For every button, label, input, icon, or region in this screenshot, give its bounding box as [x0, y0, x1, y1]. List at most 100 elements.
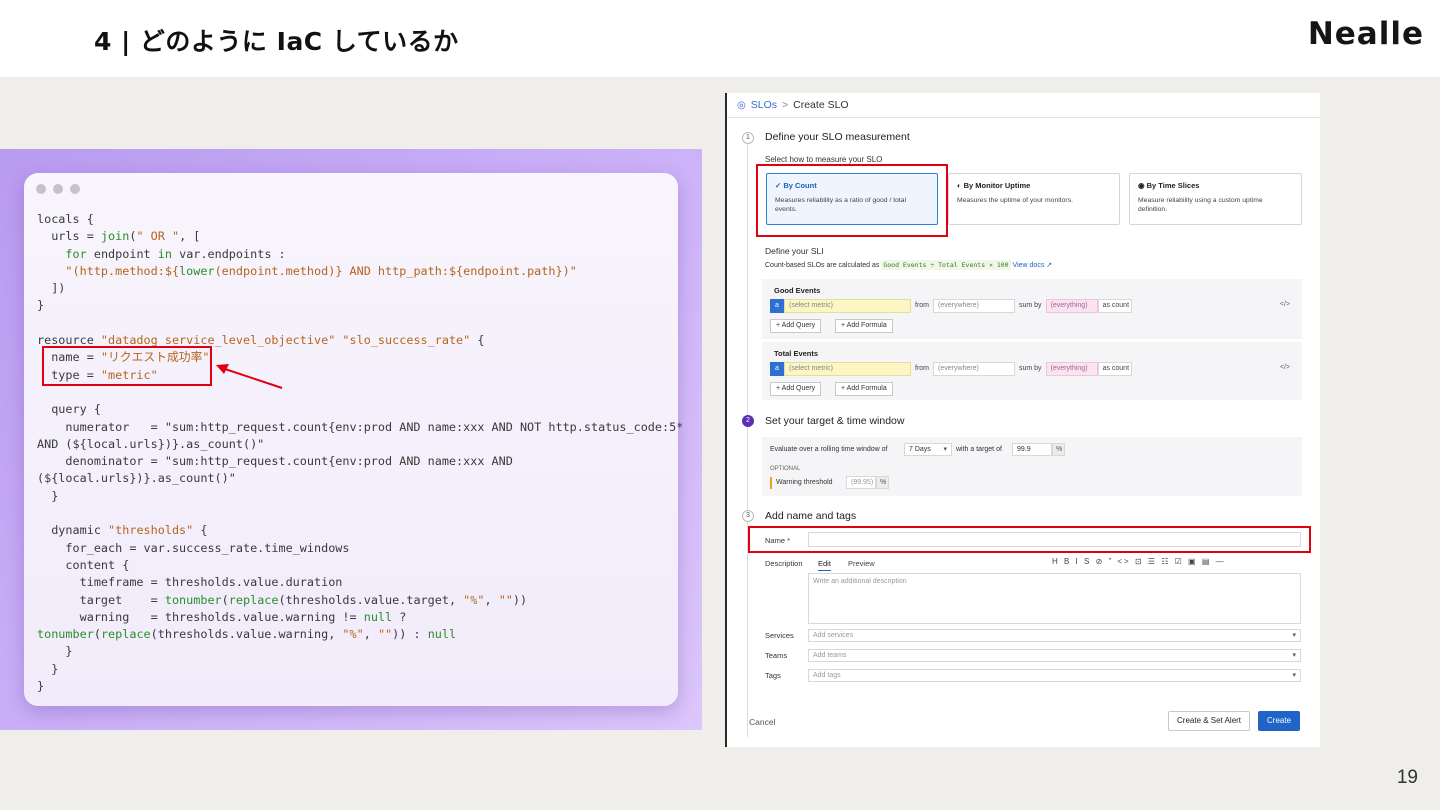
metric-select[interactable]: (select metric) [784, 362, 911, 376]
code-toggle-icon[interactable]: </> [1280, 301, 1290, 308]
step-1-indicator: 1 [742, 132, 754, 144]
sum-by-label: sum by [1019, 302, 1042, 309]
tags-placeholder: Add tags [813, 672, 841, 679]
measure-subtitle: Select how to measure your SLO [765, 155, 883, 164]
services-placeholder: Add services [813, 632, 854, 639]
cancel-button[interactable]: Cancel [749, 717, 775, 727]
tags-label: Tags [765, 671, 781, 680]
query-letter: a [770, 299, 784, 313]
monitor-icon: ◐ [957, 181, 964, 190]
divider [727, 117, 1320, 118]
sli-formula: Good Events ÷ Total Events × 100 [881, 260, 1011, 270]
code-line: ]) [37, 281, 66, 296]
code-line: urls = join(" OR ", [ [37, 229, 201, 244]
group-by-select[interactable]: (everything) [1045, 299, 1098, 313]
page-number: 19 [1396, 767, 1418, 788]
warning-threshold-label: Warning threshold [776, 479, 833, 486]
create-set-alert-button[interactable]: Create & Set Alert [1168, 711, 1251, 731]
total-query-row: a (select metric) from (everywhere) sum … [770, 362, 1132, 376]
code-line: } [37, 298, 45, 313]
tab-edit[interactable]: Edit [818, 559, 831, 571]
code-line: query { [37, 402, 101, 417]
sli-title: Define your SLI [765, 246, 824, 256]
services-label: Services [765, 631, 794, 640]
dot-icon [36, 184, 46, 194]
code-line: } [37, 679, 45, 694]
time-window-select[interactable]: 7 Days ▾ [904, 443, 952, 456]
add-formula-button[interactable]: + Add Formula [835, 319, 893, 333]
external-link-icon: ↗ [1046, 262, 1053, 269]
description-placeholder: Write an additional description [813, 578, 907, 585]
view-docs-link[interactable]: View docs [1013, 262, 1045, 269]
target-pct-label: % [1052, 443, 1065, 456]
as-count-select[interactable]: as count [1097, 299, 1132, 313]
teams-placeholder: Add teams [813, 652, 847, 659]
target-input[interactable]: 99.9 [1012, 443, 1052, 456]
warning-threshold-input[interactable]: (99.95) [846, 476, 876, 489]
chevron-down-icon: ▾ [1292, 672, 1296, 679]
code-line: "(http.method:${lower(endpoint.method)} … [65, 263, 577, 278]
code-line: dynamic "thresholds" { [37, 523, 208, 538]
evaluate-label: Evaluate over a rolling time window of [770, 446, 888, 453]
add-query-button[interactable]: + Add Query [770, 382, 822, 396]
teams-select[interactable]: Add teams ▾ [808, 649, 1301, 662]
warning-pct-label: % [876, 476, 889, 489]
tab-preview[interactable]: Preview [848, 559, 875, 568]
card-by-time-slices[interactable]: ◉ By Time Slices Measure reliability usi… [1129, 173, 1302, 225]
slo-create-screen: ◎ SLOs > Create SLO 1 Define your SLO me… [725, 93, 1320, 747]
add-formula-button[interactable]: + Add Formula [835, 382, 893, 396]
code-line: for_each = var.success_rate.time_windows [37, 540, 350, 555]
good-events-panel: Good Events a (select metric) from (ever… [762, 279, 1302, 339]
teams-label: Teams [765, 651, 788, 660]
add-query-button[interactable]: + Add Query [770, 319, 822, 333]
step-3-indicator: 3 [742, 510, 754, 522]
from-label: from [915, 365, 929, 372]
code-line: numerator = "sum:http_request.count{env:… [37, 419, 684, 434]
card-title: By Time Slices [1146, 181, 1200, 190]
code-line: target = tonumber(replace(thresholds.val… [37, 592, 528, 607]
code-line: (${local.urls})}.as_count()" [37, 471, 236, 486]
good-events-title: Good Events [774, 286, 821, 295]
chevron-down-icon: ▾ [1292, 632, 1296, 639]
code-line: tonumber(replace(thresholds.value.warnin… [37, 627, 457, 642]
total-events-title: Total Events [774, 349, 819, 358]
target-panel: Evaluate over a rolling time window of 7… [762, 437, 1302, 496]
time-slices-icon: ◉ [1138, 181, 1147, 190]
card-by-monitor-uptime[interactable]: ◐ By Monitor Uptime Measures the uptime … [948, 173, 1120, 225]
code-line: content { [37, 557, 130, 572]
markdown-toolbar[interactable]: H B I S ⊘ ” <> ⊡ ☰ ☷ ☑ ▣ ▤ — [1052, 557, 1226, 566]
card-title: By Monitor Uptime [963, 181, 1031, 190]
group-by-select[interactable]: (everything) [1045, 362, 1098, 376]
services-select[interactable]: Add services ▾ [808, 629, 1301, 642]
with-target-label: with a target of [956, 446, 1002, 453]
code-line: timeframe = thresholds.value.duration [37, 575, 343, 590]
tags-select[interactable]: Add tags ▾ [808, 669, 1301, 682]
dot-icon [53, 184, 63, 194]
scope-select[interactable]: (everywhere) [933, 299, 1015, 313]
step-2-indicator: 2 [742, 415, 754, 427]
chevron-down-icon: ▾ [943, 446, 947, 453]
slide-header: 4 | どのように IaC しているか Nealle [0, 0, 1440, 77]
as-count-select[interactable]: as count [1097, 362, 1132, 376]
code-line: } [37, 488, 59, 503]
metric-select[interactable]: (select metric) [784, 299, 911, 313]
dot-icon [70, 184, 80, 194]
time-window-value: 7 Days [909, 446, 931, 453]
step-1-title: Define your SLO measurement [765, 131, 910, 143]
code-toggle-icon[interactable]: </> [1280, 364, 1290, 371]
optional-label: OPTIONAL [770, 466, 801, 472]
name-highlight-box [748, 526, 1311, 553]
code-line: denominator = "sum:http_request.count{en… [37, 454, 513, 469]
from-label: from [915, 302, 929, 309]
breadcrumb-slos[interactable]: SLOs [751, 99, 777, 111]
step-3-title: Add name and tags [765, 510, 857, 522]
step-2-title: Set your target & time window [765, 415, 905, 427]
code-line: locals { [37, 212, 94, 226]
scope-select[interactable]: (everywhere) [933, 362, 1015, 376]
good-query-row: a (select metric) from (everywhere) sum … [770, 299, 1132, 313]
create-button[interactable]: Create [1258, 711, 1301, 731]
window-dots [36, 184, 80, 194]
breadcrumb-current: Create SLO [793, 99, 849, 111]
